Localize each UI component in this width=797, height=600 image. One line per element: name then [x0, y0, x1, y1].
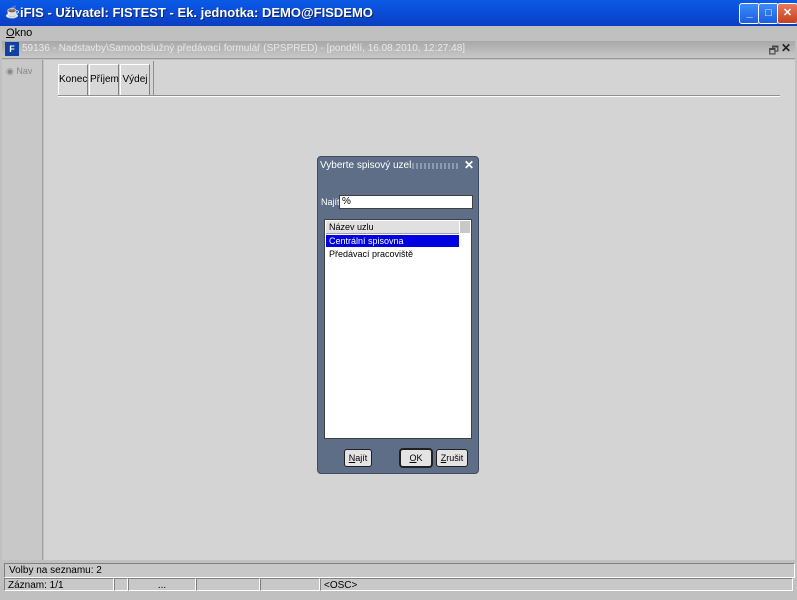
navigator-tab[interactable]: ◉ Nav [6, 66, 32, 77]
najit-button[interactable]: Najít [344, 449, 372, 467]
vydej-button[interactable]: Výdej [120, 64, 150, 96]
form-title: 59136 - Nadstavby\Samoobslužný předávací… [22, 43, 466, 54]
status-bar: Záznam: 1/1 ... <OSC> [4, 578, 793, 591]
close-window-button[interactable]: ✕ [777, 3, 797, 24]
maximize-button[interactable]: □ [758, 3, 779, 24]
java-cup-icon: ☕ [5, 5, 20, 19]
prijem-button[interactable]: Příjem [89, 64, 119, 96]
status-cell [196, 578, 260, 591]
record-counter: Záznam: 1/1 [4, 578, 114, 591]
status-message: Volby na seznamu: 2 [9, 565, 102, 576]
header-filler [460, 221, 470, 233]
toolbar-separator [153, 61, 154, 96]
find-input[interactable] [339, 195, 473, 209]
column-header[interactable]: Název uzlu [326, 221, 459, 234]
status-cell [114, 578, 128, 591]
fis-icon: F [5, 42, 19, 56]
restore-icon[interactable]: 🗗 [769, 42, 779, 61]
select-node-dialog: Vyberte spisový uzel ✕ Najít Název uzlu … [317, 156, 479, 474]
minimize-button[interactable]: _ [739, 3, 760, 24]
dialog-title: Vyberte spisový uzel [320, 160, 412, 171]
konec-button[interactable]: Konec [58, 64, 88, 96]
list-item[interactable]: Předávací pracoviště [326, 248, 459, 260]
list-item[interactable]: Centrální spisovna [326, 235, 459, 247]
window-titlebar: ☕ iFIS - Uživatel: FISTEST - Ek. jednotk… [0, 0, 797, 26]
find-label: Najít [321, 197, 340, 207]
zrusit-button[interactable]: Zrušit [436, 449, 468, 467]
dialog-close-icon[interactable]: ✕ [464, 158, 474, 172]
form-titlebar: F 59136 - Nadstavby\Samoobslužný předáva… [2, 41, 795, 59]
menu-okno[interactable]: Okno [6, 26, 32, 40]
osc-indicator: <OSC> [320, 578, 793, 591]
toolbar-divider [58, 95, 780, 97]
close-form-icon[interactable]: ✕ [781, 41, 791, 55]
navigator-strip: ◉ Nav [2, 60, 43, 560]
node-list: Název uzlu Centrální spisovna Předávací … [324, 219, 472, 439]
menubar: Okno [0, 26, 797, 40]
status-dots: ... [128, 578, 196, 591]
ok-button[interactable]: OK [400, 449, 432, 467]
status-message-bar: Volby na seznamu: 2 [4, 563, 795, 578]
drag-grip[interactable] [412, 163, 458, 169]
window-title: iFIS - Uživatel: FISTEST - Ek. jednotka:… [20, 5, 373, 20]
status-cell [260, 578, 320, 591]
